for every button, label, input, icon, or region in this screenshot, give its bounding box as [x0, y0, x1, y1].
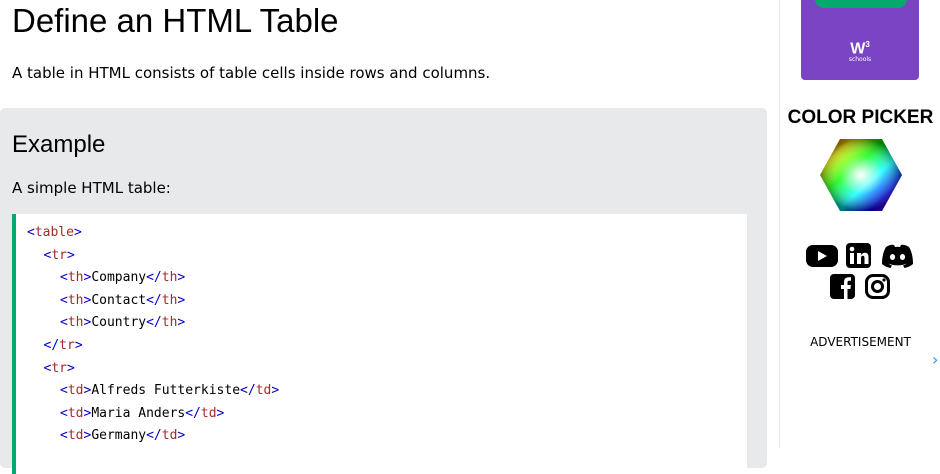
color-picker-title: COLOR PICKER [787, 107, 934, 128]
cell-text: Alfreds Futterkiste [91, 383, 241, 399]
facebook-icon[interactable] [829, 273, 856, 300]
cell-text: Country [91, 315, 147, 331]
tag-bracket: </ [43, 338, 60, 353]
cell-text: Germany [91, 428, 147, 444]
code-line: <tr> [44, 358, 75, 380]
tag-name: td [67, 405, 84, 421]
tag-bracket: > [74, 338, 83, 353]
tag-bracket: < [60, 383, 68, 399]
linkedin-icon[interactable] [845, 242, 872, 269]
code-line: <td>Alfreds Futterkiste</td> [60, 380, 279, 402]
tag-name: tr [51, 360, 67, 376]
intro-text: A table in HTML consists of table cells … [12, 64, 491, 82]
discord-icon[interactable] [880, 243, 915, 269]
example-description: A simple HTML table: [12, 179, 171, 197]
tag-name: tr [59, 338, 75, 353]
tag-bracket: </ [146, 315, 162, 331]
tag-bracket: > [66, 247, 75, 263]
code-line: <tr> [44, 245, 75, 267]
tag-bracket: < [60, 428, 68, 444]
tag-bracket: > [66, 360, 75, 376]
logo-superscript: 3 [865, 40, 870, 49]
promo-banner[interactable]: W3 schools [801, 0, 919, 80]
cell-text: Maria Anders [91, 405, 186, 421]
tag-bracket: > [271, 383, 280, 399]
tag-name: td [161, 428, 178, 444]
code-line: <td>Maria Anders</td> [60, 403, 224, 425]
tag-bracket: > [177, 292, 186, 308]
tag-name: th [161, 292, 178, 308]
code-block: <table> <tr> <th>Company</th> <th>Contact</… [12, 214, 747, 474]
color-picker-icon[interactable] [820, 139, 902, 211]
tag-name: th [67, 292, 84, 308]
logo-text: W [850, 40, 866, 58]
tag-name: th [161, 270, 178, 286]
code-line: <th>Company</th> [60, 267, 185, 289]
tag-bracket: </ [240, 383, 256, 399]
tag-bracket: </ [146, 270, 162, 286]
youtube-icon[interactable] [805, 243, 839, 269]
tag-bracket: > [177, 270, 186, 286]
right-sidebar: W3 schools COLOR PICKER ADVERTISEMENT › [779, 0, 940, 448]
tag-bracket: < [60, 270, 68, 286]
advertisement-label: ADVERTISEMENT [810, 335, 911, 349]
cell-text: Company [91, 270, 147, 286]
tag-name: tr [51, 247, 67, 263]
tag-name: td [255, 383, 272, 399]
example-heading: Example [12, 131, 106, 158]
tag-bracket: > [216, 405, 225, 421]
code-line: </tr> [44, 335, 83, 357]
tag-bracket: > [73, 225, 82, 240]
w3schools-logo: W3 [801, 36, 919, 58]
code-line: <table> [27, 222, 82, 244]
instagram-icon[interactable] [864, 273, 891, 300]
tag-name: th [161, 315, 178, 331]
code-line: <td>Germany</td> [60, 425, 185, 447]
tag-name: table [34, 225, 74, 240]
tag-name: td [200, 405, 217, 421]
tag-bracket: </ [185, 405, 201, 421]
tag-name: th [67, 270, 84, 286]
page-title: Define an HTML Table [12, 2, 339, 39]
logo-subtitle: schools [848, 56, 872, 63]
tag-bracket: > [177, 428, 186, 444]
tag-name: th [67, 315, 84, 331]
code-line: <th>Contact</th> [60, 290, 185, 312]
tag-bracket: < [27, 225, 35, 240]
code-line: <th>Country</th> [60, 312, 185, 334]
tag-name: td [67, 383, 84, 399]
promo-button[interactable] [815, 0, 907, 8]
example-box: Example A simple HTML table: <table> <tr>… [0, 108, 767, 474]
tag-bracket: < [60, 292, 68, 308]
main-content: Define an HTML Table A table in HTML con… [0, 0, 780, 474]
tag-bracket: </ [146, 292, 162, 308]
tag-bracket: > [177, 315, 186, 331]
tag-bracket: < [60, 315, 68, 331]
tag-bracket: < [60, 405, 68, 421]
chevron-right-icon[interactable]: › [932, 352, 938, 368]
tag-bracket: </ [146, 428, 162, 444]
cell-text: Contact [91, 292, 147, 308]
tag-name: td [67, 428, 84, 444]
